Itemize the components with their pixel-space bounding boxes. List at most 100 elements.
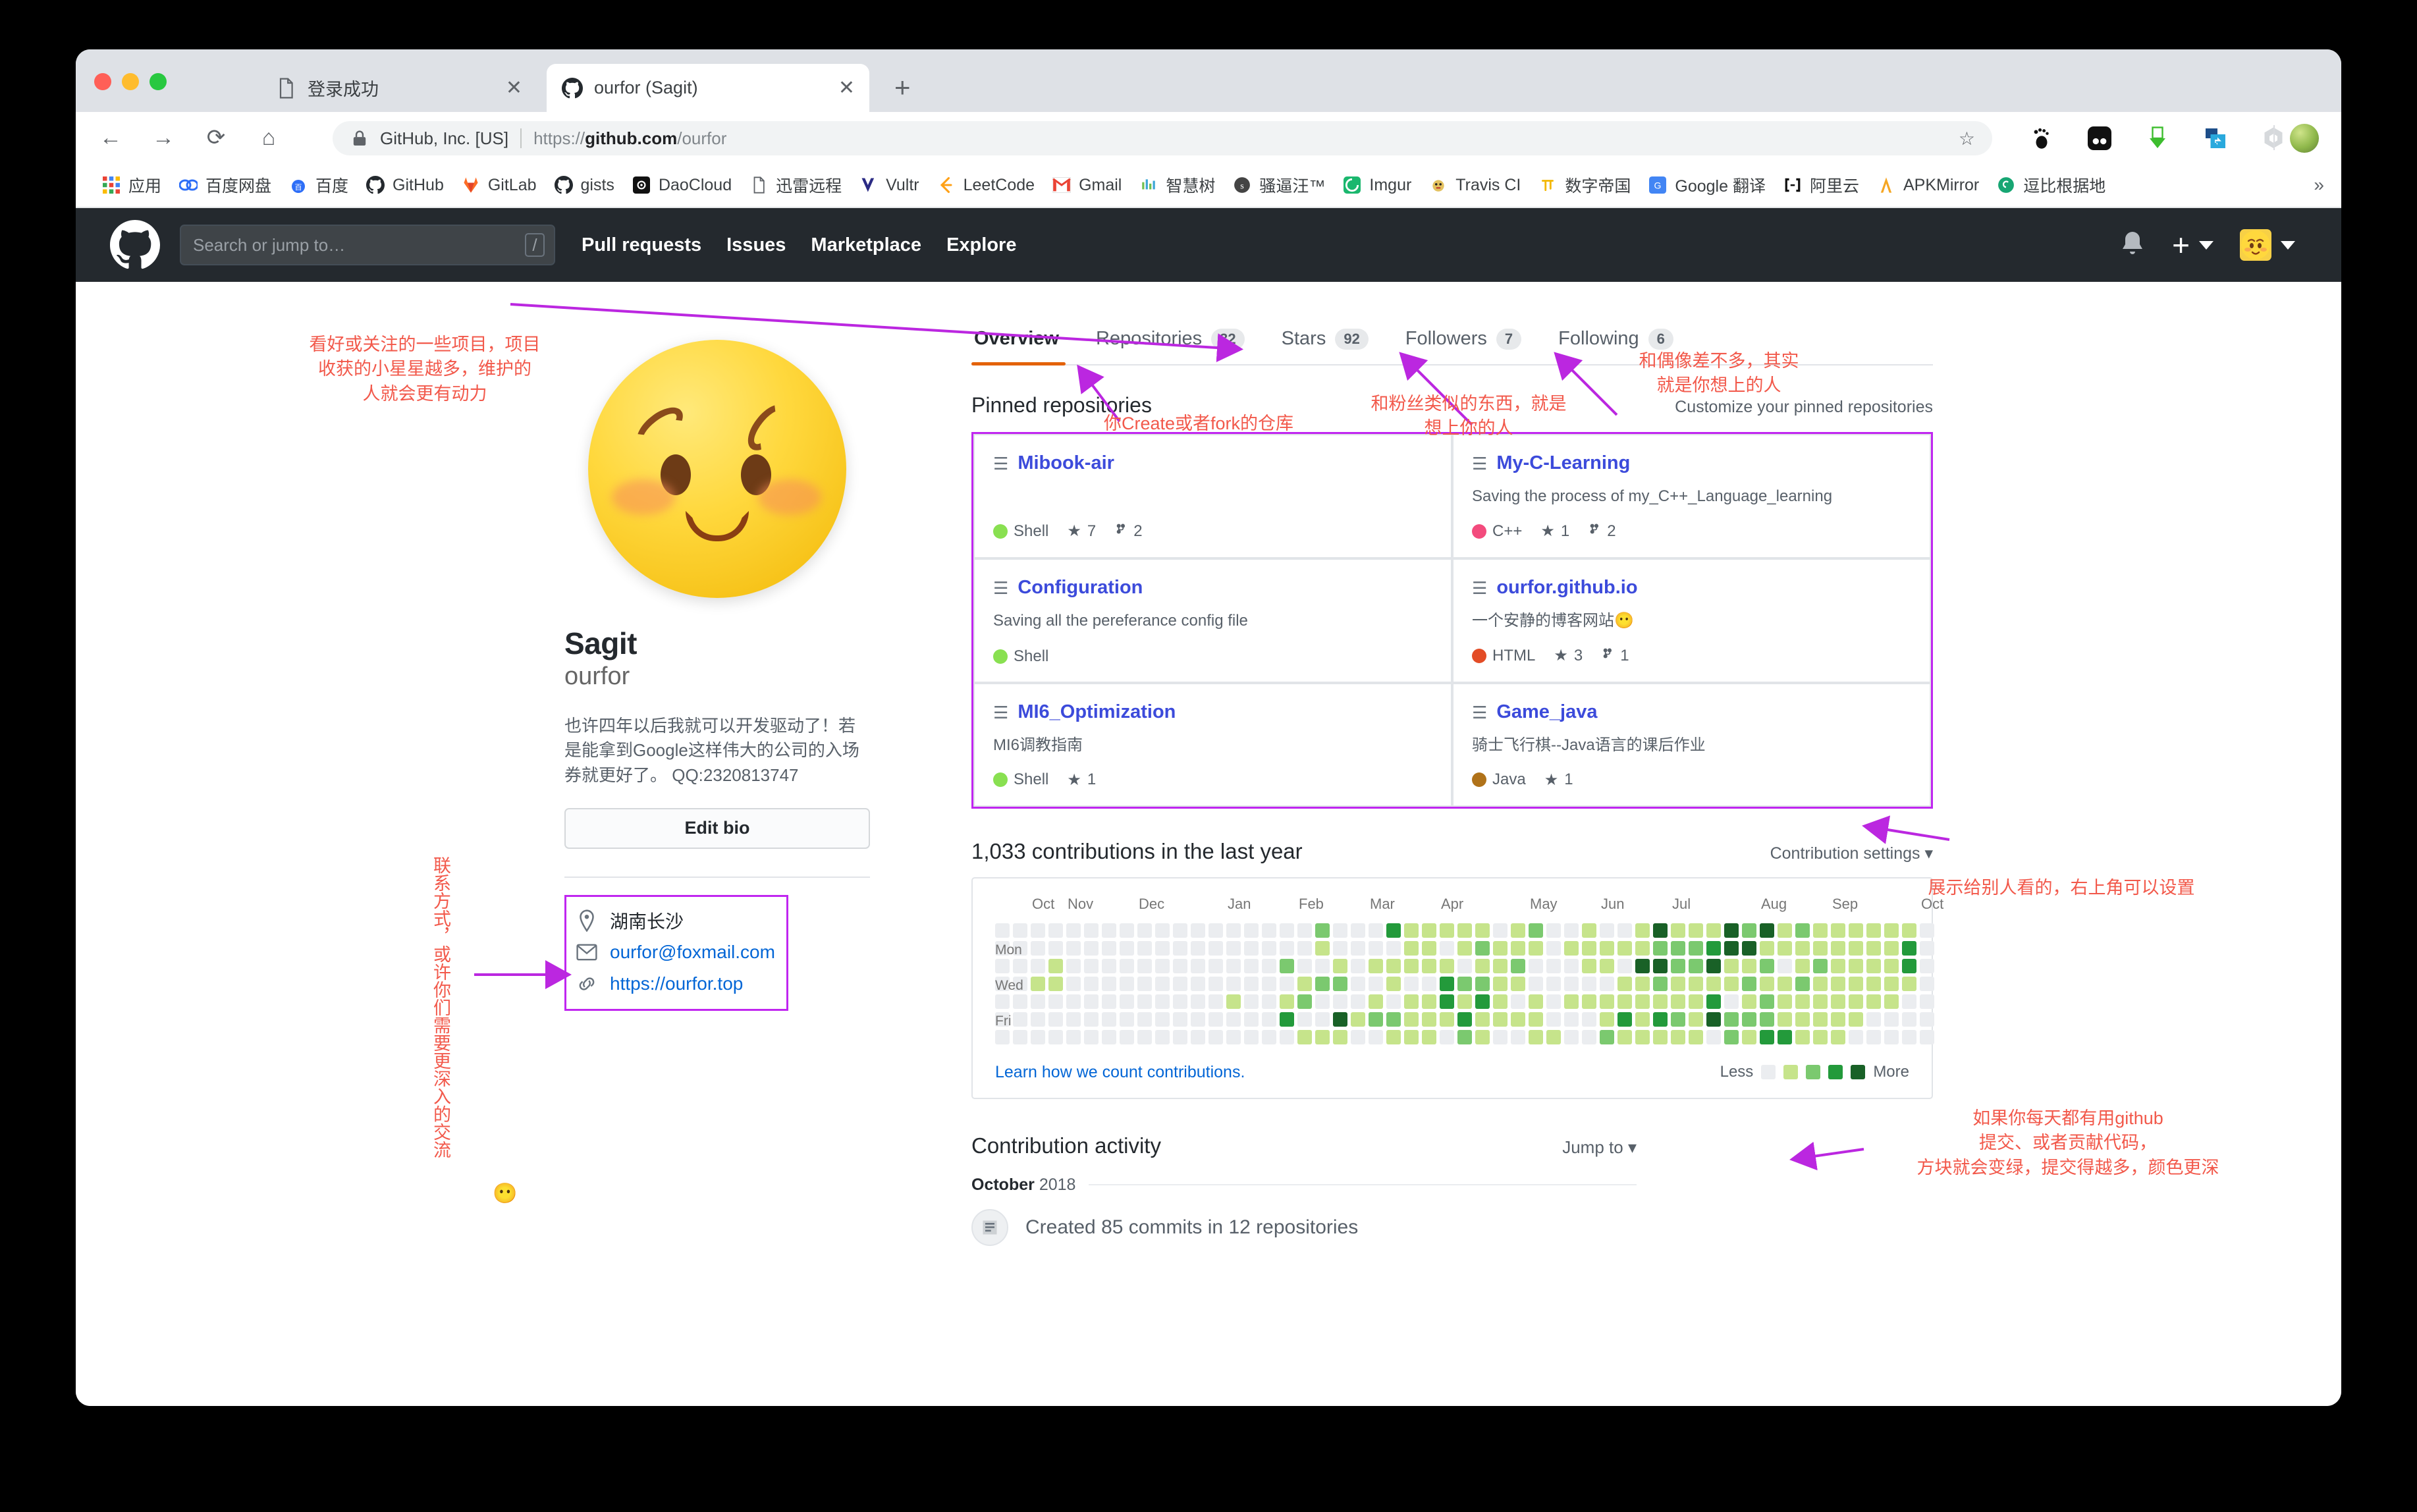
contribution-cell[interactable] [1564,976,1579,991]
contribution-cell[interactable] [1386,976,1401,991]
contribution-cell[interactable] [1244,1012,1259,1027]
contribution-cell[interactable] [1635,923,1650,938]
contribution-cell[interactable] [1262,940,1276,956]
contribution-cell[interactable] [1760,940,1774,956]
contribution-cell[interactable] [1795,958,1810,973]
contribution-cell[interactable] [1653,994,1668,1009]
contribution-cell[interactable] [1902,923,1916,938]
contribution-cell[interactable] [1795,940,1810,956]
contribution-cell[interactable] [1173,976,1187,991]
contribution-cell[interactable] [1635,994,1650,1009]
contribution-cell[interactable] [1280,940,1294,956]
contribution-cell[interactable] [1386,1012,1401,1027]
browser-tab-1[interactable]: 登录成功 ✕ [260,64,537,112]
contribution-cell[interactable] [1920,994,1934,1009]
contribution-cell[interactable] [1297,994,1312,1009]
contribution-cell[interactable] [1031,1012,1045,1027]
contribution-cell[interactable] [1333,958,1347,973]
learn-contributions-link[interactable]: Learn how we count contributions. [995,1063,1245,1082]
contact-email[interactable]: ourfor@foxmail.com [576,936,777,968]
contribution-cell[interactable] [1778,923,1792,938]
bookmark-item[interactable]: GitHub [357,170,452,200]
contribution-cell[interactable] [1013,1029,1027,1044]
contribution-cell[interactable] [1404,1012,1419,1027]
contribution-cell[interactable] [1155,1029,1170,1044]
contribution-cell[interactable] [1600,976,1614,991]
contribution-cell[interactable] [1617,1029,1632,1044]
contribution-cell[interactable] [1262,1012,1276,1027]
search-input[interactable]: Search or jump to… / [180,225,555,265]
contribution-cell[interactable] [1404,940,1419,956]
contribution-cell[interactable] [1440,940,1454,956]
contribution-cell[interactable] [1048,958,1063,973]
contribution-cell[interactable] [1155,940,1170,956]
contribution-cell[interactable] [1351,1029,1365,1044]
contribution-cell[interactable] [1315,958,1330,973]
pinned-repo-card[interactable]: ☰ Configuration Saving all the pereferance… [973,558,1452,684]
contribution-cell[interactable] [1120,940,1134,956]
contribution-cell[interactable] [1457,940,1472,956]
contribution-cell[interactable] [1262,958,1276,973]
contribution-cell[interactable] [1226,923,1241,938]
contribution-cell[interactable] [1137,1029,1152,1044]
contribution-cell[interactable] [1511,1012,1525,1027]
contribution-cell[interactable] [1831,994,1845,1009]
contribution-cell[interactable] [1600,958,1614,973]
contribution-cell[interactable] [1137,958,1152,973]
contribution-cell[interactable] [1244,958,1259,973]
contribution-cell[interactable] [1422,923,1436,938]
contribution-cell[interactable] [1137,1012,1152,1027]
contribution-cell[interactable] [1511,958,1525,973]
contribution-cell[interactable] [1457,1029,1472,1044]
contribution-cell[interactable] [1351,923,1365,938]
contribution-cell[interactable] [1333,994,1347,1009]
contribution-cell[interactable] [1884,958,1899,973]
contribution-cell[interactable] [1866,958,1881,973]
contribution-cell[interactable] [1191,994,1205,1009]
contribution-cell[interactable] [1617,1012,1632,1027]
contribution-cell[interactable] [1440,1012,1454,1027]
profile-avatar-large[interactable] [588,340,846,598]
contribution-cell[interactable] [1529,1029,1543,1044]
contribution-cell[interactable] [1120,1012,1134,1027]
contribution-cell[interactable] [1191,923,1205,938]
contact-website-text[interactable]: https://ourfor.top [610,973,743,994]
contribution-cell[interactable] [1653,1029,1668,1044]
contribution-cell[interactable] [1440,923,1454,938]
contribution-cell[interactable] [1884,994,1899,1009]
contribution-cell[interactable] [1778,1012,1792,1027]
contribution-cell[interactable] [1546,1012,1561,1027]
browser-tab-2[interactable]: ourfor (Sagit) ✕ [547,64,869,112]
pinned-repo-card[interactable]: ☰ My-C-Learning Saving the process of my_C… [1452,434,1931,559]
contribution-cell[interactable] [1795,923,1810,938]
bookmark-item[interactable]: Imgur [1334,170,1420,200]
contribution-cell[interactable] [1866,976,1881,991]
contribution-cell[interactable] [1333,923,1347,938]
contribution-cell[interactable] [1244,976,1259,991]
contribution-cell[interactable] [1066,1029,1081,1044]
contribution-cell[interactable] [1013,1012,1027,1027]
contribution-cell[interactable] [1155,976,1170,991]
contribution-cell[interactable] [1155,923,1170,938]
contribution-cell[interactable] [1813,940,1828,956]
contribution-cell[interactable] [995,1029,1010,1044]
contribution-cell[interactable] [1031,994,1045,1009]
contribution-cell[interactable] [1440,976,1454,991]
bookmark-item[interactable]: 应用 [93,170,170,200]
contribution-cell[interactable] [1795,994,1810,1009]
contribution-cell[interactable] [1084,1012,1099,1027]
contribution-cell[interactable] [1920,940,1934,956]
contribution-cell[interactable] [1689,976,1703,991]
contribution-cell[interactable] [1422,1012,1436,1027]
contribution-cell[interactable] [1511,994,1525,1009]
contribution-cell[interactable] [1742,940,1756,956]
contribution-cell[interactable] [1191,976,1205,991]
contribution-cell[interactable] [1849,940,1863,956]
contribution-cell[interactable] [1191,940,1205,956]
contribution-cell[interactable] [1653,1012,1668,1027]
contribution-cell[interactable] [1351,994,1365,1009]
contribution-cell[interactable] [1262,923,1276,938]
reload-button[interactable]: ⟳ [200,121,232,154]
contribution-cell[interactable] [1724,940,1739,956]
repo-stars[interactable]: ★ 1 [1067,770,1096,790]
